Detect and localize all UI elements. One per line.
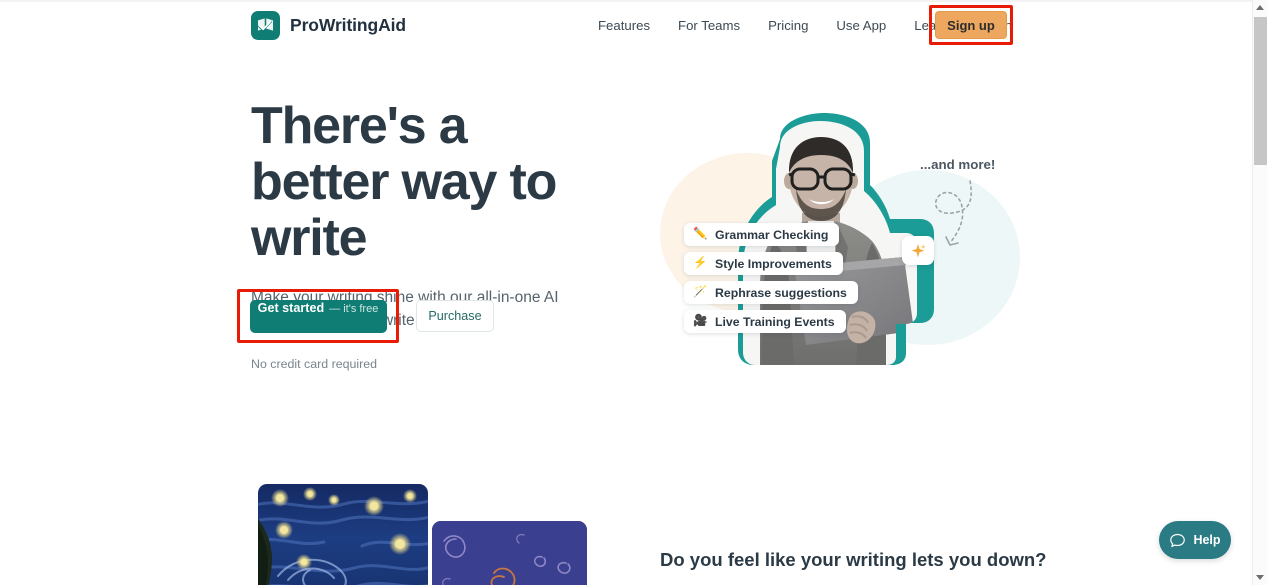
hero-illustration: ...and more! ✏️ Grammar Checking ⚡ Style… xyxy=(640,95,1040,385)
sparkles-icon xyxy=(902,236,934,265)
hero-cta-row: Get started — it's free Purchase xyxy=(237,289,494,343)
lightning-icon: ⚡ xyxy=(693,256,708,269)
blue-doodle-image xyxy=(432,521,587,585)
help-label: Help xyxy=(1193,533,1221,547)
purchase-button[interactable]: Purchase xyxy=(416,300,494,332)
nav-link-use-app[interactable]: Use App xyxy=(836,12,886,39)
scroll-down-arrow[interactable] xyxy=(1253,570,1267,585)
page-title: There's a better way to write xyxy=(251,97,557,267)
book-check-logo-icon xyxy=(251,11,280,40)
nav-link-features[interactable]: Features xyxy=(598,12,650,39)
signup-area: Sign up xyxy=(929,5,1013,45)
chat-bubble-icon xyxy=(1170,533,1186,547)
feature-label: Rephrase suggestions xyxy=(715,285,847,300)
get-started-label: Get started xyxy=(257,300,325,315)
feature-label: Live Training Events xyxy=(715,314,835,329)
nav-link-for-teams[interactable]: For Teams xyxy=(678,12,740,39)
sign-up-button[interactable]: Sign up xyxy=(935,11,1007,39)
section-heading: Do you feel like your writing lets you d… xyxy=(660,549,1047,570)
no-credit-card-note: No credit card required xyxy=(251,357,378,371)
feature-card-rephrase-suggestions: 🪄 Rephrase suggestions xyxy=(684,281,858,304)
feature-card-live-training-events: 🎥 Live Training Events xyxy=(684,310,846,333)
feature-card-grammar-checking: ✏️ Grammar Checking xyxy=(684,223,840,246)
feature-label: Grammar Checking xyxy=(715,227,829,242)
browser-viewport: ProWritingAid Features For Teams Pricing… xyxy=(0,0,1252,585)
brand-logo[interactable]: ProWritingAid xyxy=(251,11,406,40)
magic-wand-icon: 🪄 xyxy=(693,285,708,298)
site-header: ProWritingAid Features For Teams Pricing… xyxy=(0,2,1252,48)
starry-night-image xyxy=(258,484,428,585)
help-button[interactable]: Help xyxy=(1159,521,1231,559)
get-started-sublabel: — it's free xyxy=(329,302,379,315)
feature-card-list: ✏️ Grammar Checking ⚡ Style Improvements… xyxy=(684,223,858,333)
scroll-thumb[interactable] xyxy=(1254,17,1267,165)
vertical-scrollbar[interactable] xyxy=(1252,0,1267,585)
feature-label: Style Improvements xyxy=(715,256,832,271)
feature-card-style-improvements: ⚡ Style Improvements xyxy=(684,252,843,275)
get-started-highlight-annotation: Get started — it's free xyxy=(237,289,399,343)
get-started-button[interactable]: Get started — it's free xyxy=(249,299,387,333)
movie-camera-icon: 🎥 xyxy=(693,314,708,327)
page-root: ProWritingAid Features For Teams Pricing… xyxy=(0,0,1267,585)
nav-link-pricing[interactable]: Pricing xyxy=(768,12,808,39)
scroll-up-arrow[interactable] xyxy=(1253,0,1267,15)
chevron-down-icon xyxy=(1256,575,1264,580)
chevron-up-icon xyxy=(1256,5,1264,10)
pencil-icon: ✏️ xyxy=(693,227,708,240)
brand-name: ProWritingAid xyxy=(290,15,407,35)
